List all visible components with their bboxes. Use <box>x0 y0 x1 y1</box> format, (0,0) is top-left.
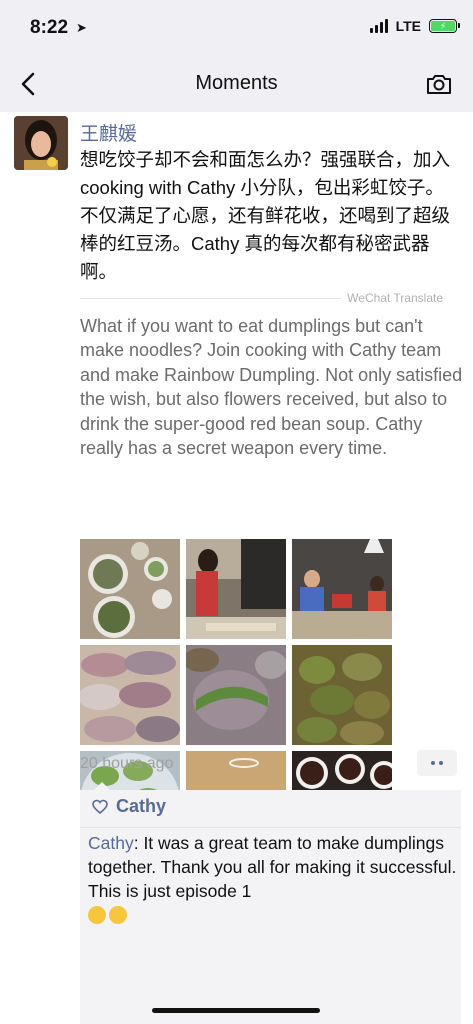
post-text: 想吃饺子却不会和面怎么办？强强联合，加入cooking with Cathy 小… <box>80 149 451 282</box>
network-label: LTE <box>395 18 421 34</box>
likes-comments-box: Cathy Cathy: It was a great team to make… <box>80 782 461 1024</box>
raw-dumplings-photo-icon <box>80 645 180 745</box>
avatar[interactable] <box>14 116 68 170</box>
translate-label: WeChat Translate <box>341 291 443 305</box>
post-author[interactable]: 王麒媛 <box>80 119 137 146</box>
location-arrow-icon: ➤ <box>76 20 87 35</box>
kitchen-group-photo-icon <box>292 539 392 639</box>
page-title: Moments <box>195 72 278 94</box>
battery-icon: ⚡ <box>429 19 460 33</box>
post-timestamp: 20 hours ago <box>80 755 174 772</box>
rainbow-dumplings-closeup-photo-icon <box>186 645 286 745</box>
smile-emoji-icon <box>109 906 127 924</box>
like-name[interactable]: Cathy <box>116 796 166 817</box>
camera-button[interactable] <box>425 70 453 98</box>
photo-ingredients[interactable] <box>80 539 180 639</box>
dumpling-ingredients-photo-icon <box>80 539 180 639</box>
charging-icon: ⚡ <box>431 21 455 31</box>
status-bar: 8:22 ➤ LTE ⚡ <box>0 0 473 56</box>
photo-rainbow-dumplings[interactable] <box>186 645 286 745</box>
comment-text: : It was a great team to make dumplings … <box>88 833 457 901</box>
camera-icon <box>427 75 451 94</box>
status-time: 8:22 <box>30 17 69 38</box>
photo-raw-dumplings[interactable] <box>80 645 180 745</box>
likes-row: Cathy <box>92 796 166 817</box>
status-indicators: LTE ⚡ <box>369 18 460 34</box>
post-translation: What if you want to eat dumplings but ca… <box>80 316 463 459</box>
signal-icon <box>369 19 388 33</box>
photo-cooking[interactable] <box>186 539 286 639</box>
avatar-photo-icon <box>14 116 68 170</box>
nav-bar: Moments <box>0 56 473 112</box>
comment-divider <box>80 827 461 828</box>
fried-dumplings-photo-icon <box>292 645 392 745</box>
comment-item[interactable]: Cathy: It was a great team to make dumpl… <box>88 831 458 927</box>
dot-icon <box>431 761 435 765</box>
more-options-button[interactable] <box>417 750 457 776</box>
dot-icon <box>439 761 443 765</box>
heart-icon <box>92 799 108 814</box>
comment-author[interactable]: Cathy <box>88 833 134 853</box>
person-cooking-photo-icon <box>186 539 286 639</box>
photo-kitchen-group[interactable] <box>292 539 392 639</box>
grin-emoji-icon <box>88 906 106 924</box>
home-indicator[interactable] <box>152 1008 320 1013</box>
photo-fried-dumplings[interactable] <box>292 645 392 745</box>
